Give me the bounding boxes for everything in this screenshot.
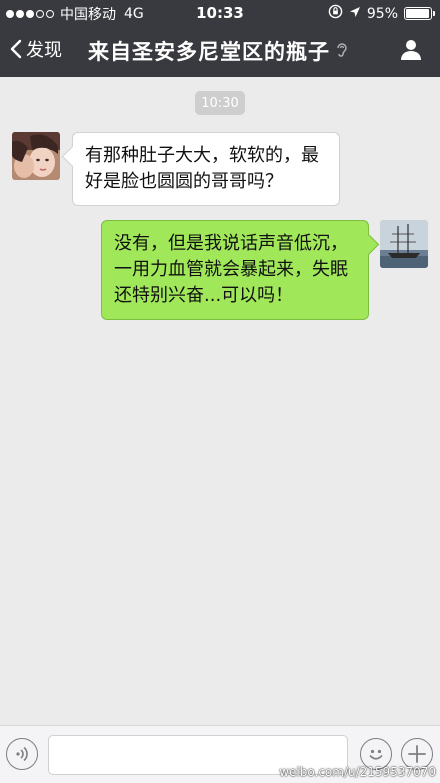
profile-button[interactable]: [400, 38, 422, 64]
sent-message-bubble[interactable]: 没有，但是我说话声音低沉，一用力血管就会暴起来，失眠还特别兴奋...可以吗！: [101, 220, 369, 320]
back-button[interactable]: 发现: [10, 36, 62, 62]
nav-bar: 发现 来自圣安多尼堂区的瓶子: [0, 26, 440, 77]
plus-icon: [408, 745, 426, 763]
my-avatar[interactable]: [380, 220, 428, 268]
ear-icon: [336, 39, 348, 63]
back-label: 发现: [26, 40, 62, 61]
battery-percent: 95%: [366, 5, 398, 22]
status-bar: 中国移动 4G 10:33 95%: [0, 0, 440, 26]
top-bar: 中国移动 4G 10:33 95% 发现 来自圣安多尼堂区的瓶子: [0, 0, 440, 77]
rotation-lock-icon: [328, 4, 343, 23]
timestamp-badge: 10:30: [195, 91, 245, 115]
location-arrow-icon: [349, 6, 361, 22]
battery-icon: [404, 7, 435, 20]
watermark: weibo.com/u/2159537070: [279, 765, 436, 779]
chevron-left-icon: [10, 39, 22, 59]
received-message-bubble[interactable]: 有那种肚子大大，软软的，最好是脸也圆圆的哥哥吗？: [72, 132, 340, 206]
page-title: 来自圣安多尼堂区的瓶子: [88, 36, 348, 66]
message-text: 有那种肚子大大，软软的，最好是脸也圆圆的哥哥吗？: [85, 145, 319, 192]
status-right: 95%: [328, 4, 435, 23]
chat-area[interactable]: 10:30 有那种肚子大大，软软的，最好是脸也圆圆的哥哥吗？ 没有，但是我说话声…: [0, 77, 440, 725]
message-text: 没有，但是我说话声音低沉，一用力血管就会暴起来，失眠还特别兴奋...可以吗！: [114, 233, 348, 306]
chat-title: 来自圣安多尼堂区的瓶子: [88, 40, 330, 64]
smiley-icon: [369, 749, 383, 760]
sender-avatar[interactable]: [12, 132, 60, 180]
voice-icon: [16, 746, 28, 762]
person-icon: [401, 40, 421, 60]
voice-button[interactable]: [6, 738, 38, 770]
